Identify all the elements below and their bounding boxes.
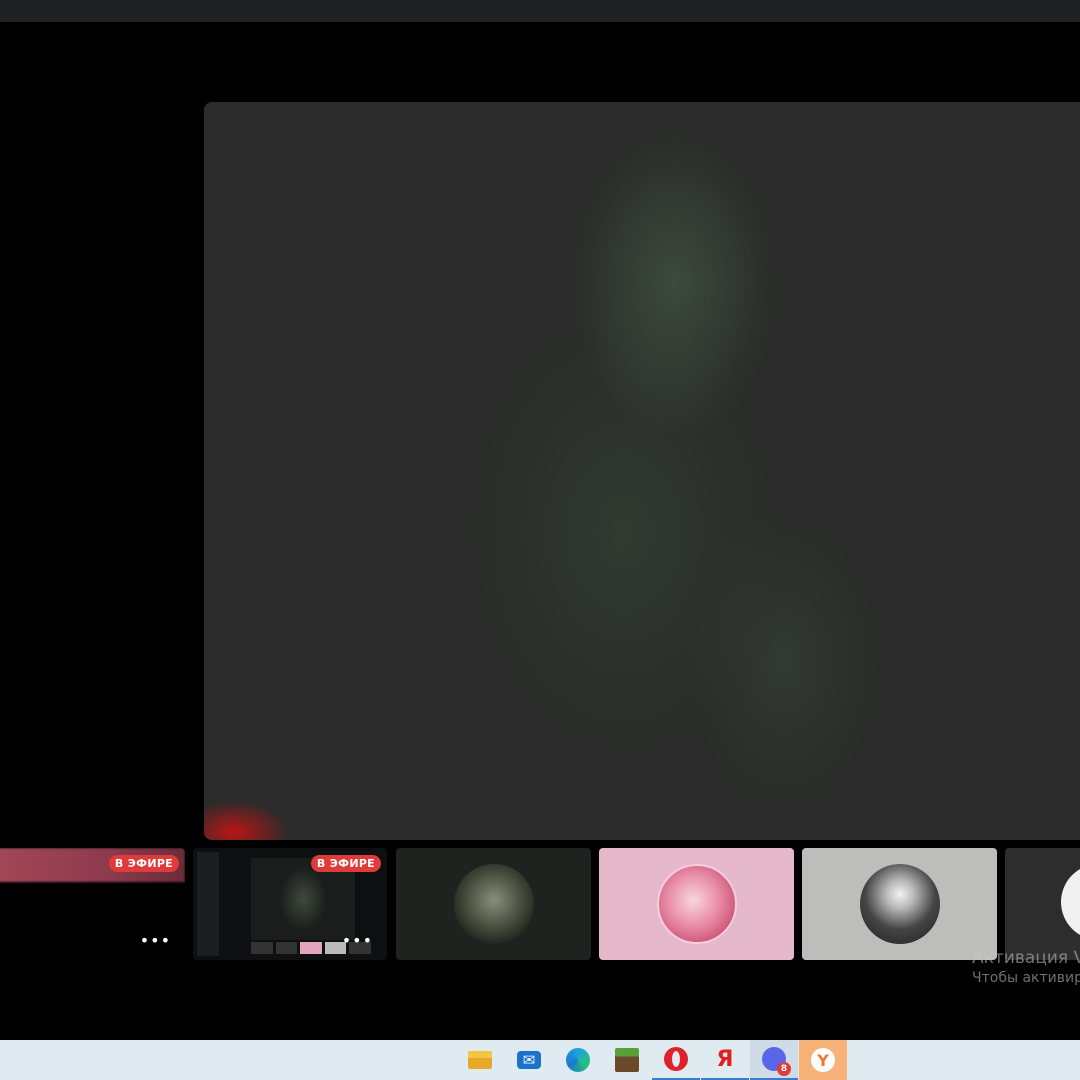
taskbar-minecraft[interactable]	[603, 1040, 651, 1080]
white-hair-avatar	[859, 864, 940, 944]
participant-strip: В ЭФИРЕ ••• В ЭФИРЕ •••	[0, 848, 1080, 960]
mail-icon: ✉	[517, 1051, 541, 1069]
watermark-title: Активация V	[972, 948, 1080, 968]
taskbar-mail[interactable]: ✉	[505, 1040, 553, 1080]
more-options-icon[interactable]: •••	[140, 933, 171, 949]
yandex-icon: Я	[716, 1046, 734, 1072]
yandex-browser-icon: Y	[811, 1048, 835, 1072]
participant-tile-anime-girl[interactable]	[599, 848, 794, 960]
main-video-stage[interactable]	[204, 102, 1080, 840]
taskbar-discord[interactable]: 8	[750, 1040, 798, 1080]
file-explorer-icon	[468, 1051, 492, 1069]
watermark-subtitle: Чтобы активиров	[972, 970, 1080, 986]
anime-girl-avatar	[656, 864, 737, 944]
notification-badge: 8	[777, 1062, 791, 1076]
participant-tile-partial[interactable]	[1005, 848, 1080, 960]
windows-activation-watermark: Активация V Чтобы активиров	[972, 947, 1080, 987]
participant-tile-stream-2[interactable]: В ЭФИРЕ •••	[193, 848, 387, 960]
taskbar-file-explorer[interactable]	[456, 1040, 504, 1080]
minecraft-icon	[615, 1048, 639, 1072]
window-titlebar	[0, 0, 1080, 22]
taskbar-edge[interactable]	[554, 1040, 602, 1080]
participant-tile-stream-1[interactable]: В ЭФИРЕ •••	[0, 848, 185, 960]
partial-avatar	[1061, 864, 1080, 940]
live-badge: В ЭФИРЕ	[310, 855, 381, 872]
participant-tile-ryuk[interactable]	[396, 848, 591, 960]
taskbar-yandex-browser[interactable]: Y	[799, 1040, 847, 1080]
taskbar-opera[interactable]	[652, 1040, 700, 1080]
participant-tile-white-hair[interactable]	[802, 848, 997, 960]
live-badge: В ЭФИРЕ	[108, 855, 179, 872]
taskbar-yandex[interactable]: Я	[701, 1040, 749, 1080]
ryuk-avatar	[453, 864, 534, 944]
opera-icon	[664, 1047, 688, 1071]
discord-icon: 8	[762, 1047, 791, 1076]
taskbar: ✉ Я 8 Y	[0, 1040, 1080, 1080]
edge-icon	[566, 1048, 590, 1072]
more-options-icon[interactable]: •••	[342, 933, 373, 949]
